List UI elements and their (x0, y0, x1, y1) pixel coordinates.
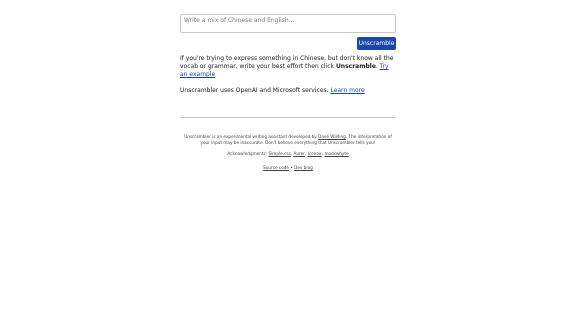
ack-label: Acknowledgments: (227, 151, 269, 156)
footer: Unscrambler is an experimental writing a… (180, 134, 396, 171)
unscramble-button[interactable]: Unscramble (357, 37, 396, 50)
learn-more-link[interactable]: Learn more (330, 87, 364, 94)
divider (180, 117, 396, 118)
chinese-english-input[interactable] (180, 14, 396, 33)
footer-links: Source code • Dev blog (180, 165, 396, 171)
dev-blog-link[interactable]: Dev blog (294, 165, 313, 170)
ack-link-iconoir[interactable]: Iconoir (308, 151, 322, 156)
ack-link-simplecss[interactable]: Simple.css (268, 151, 290, 156)
services-paragraph: Unscrambler uses OpenAI and Microsoft se… (180, 87, 396, 95)
acknowledgments: Acknowledgments: Simple.css, Aurer, Icon… (227, 151, 349, 156)
button-row: Unscramble (180, 37, 396, 50)
intro-bold-word: Unscramble (335, 63, 376, 70)
author-link[interactable]: Dave Wilding (318, 134, 346, 139)
main-container: Unscramble If you're trying to express s… (180, 14, 396, 171)
services-text: Unscrambler uses OpenAI and Microsoft se… (180, 87, 331, 94)
ack-link-mackwhyte[interactable]: mackwhyte (324, 151, 348, 156)
footer-desc-text: Unscrambler is an experimental writing a… (184, 134, 319, 139)
footer-description: Unscrambler is an experimental writing a… (180, 134, 396, 146)
source-code-link[interactable]: Source code (263, 165, 289, 170)
ack-link-aurer[interactable]: Aurer (293, 151, 304, 156)
intro-paragraph: If you're trying to express something in… (180, 55, 396, 79)
